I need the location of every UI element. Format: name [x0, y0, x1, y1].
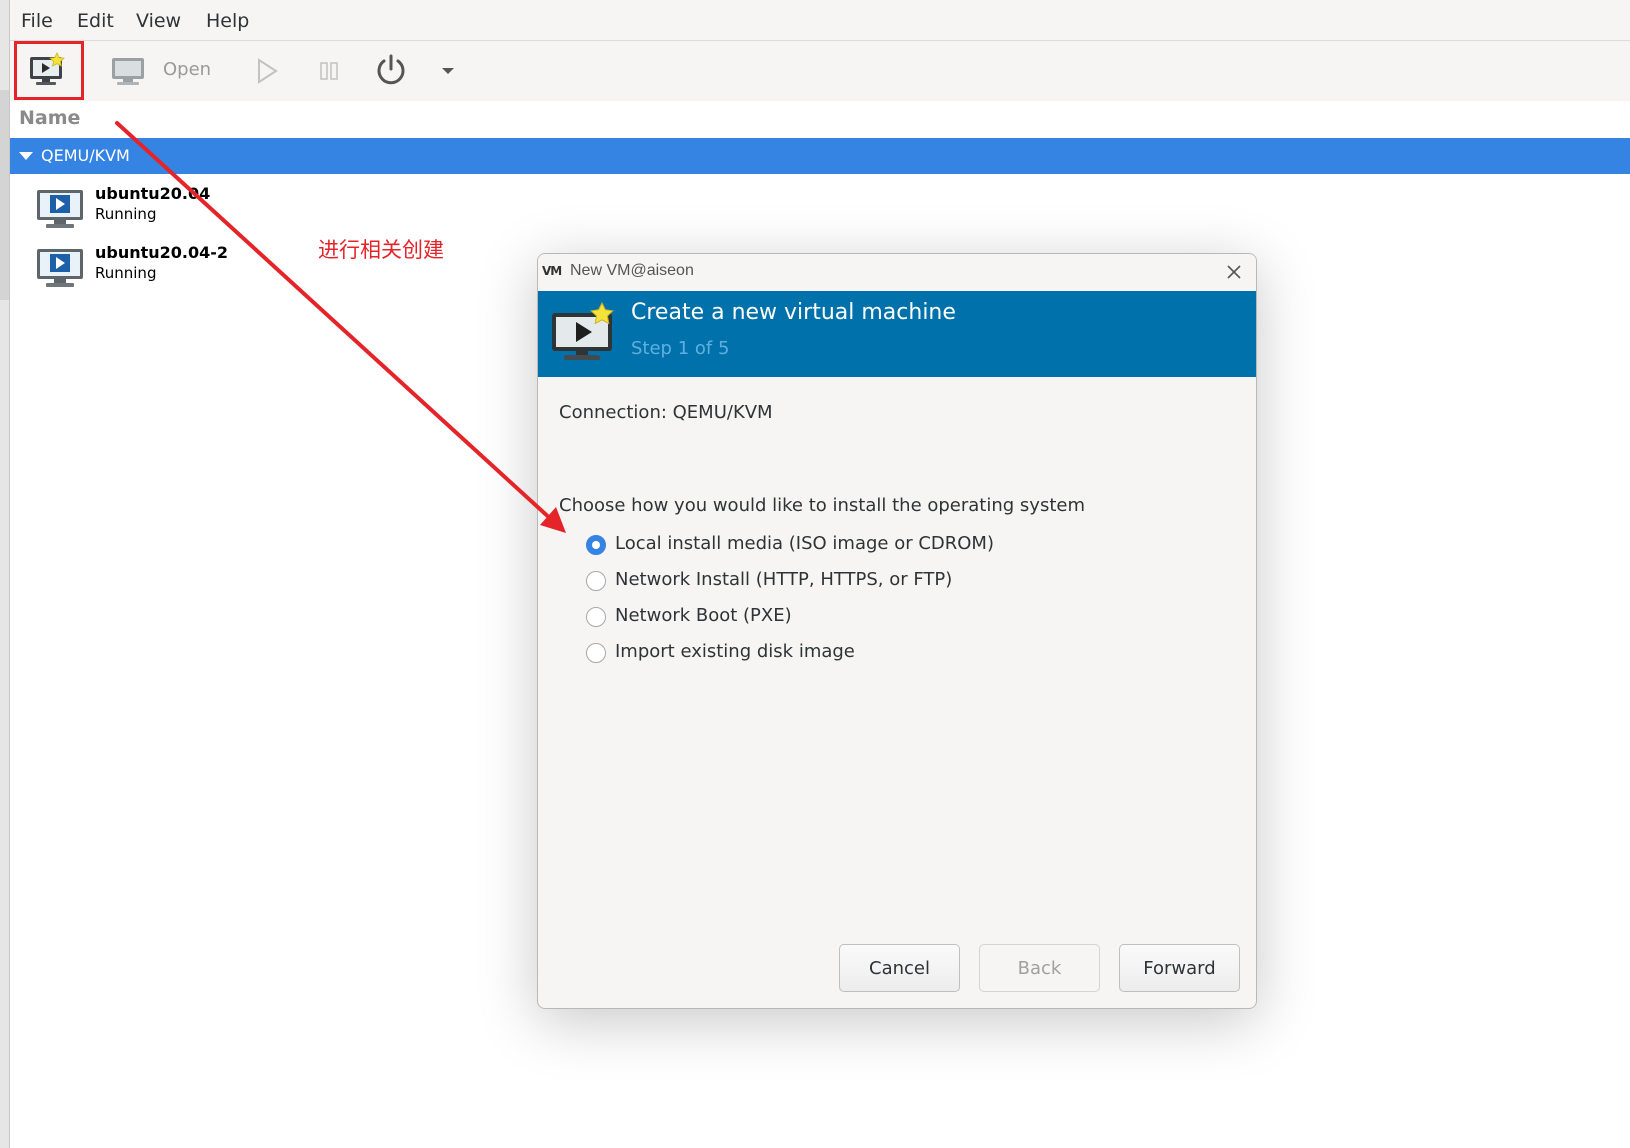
annotation-arrow [115, 121, 566, 533]
